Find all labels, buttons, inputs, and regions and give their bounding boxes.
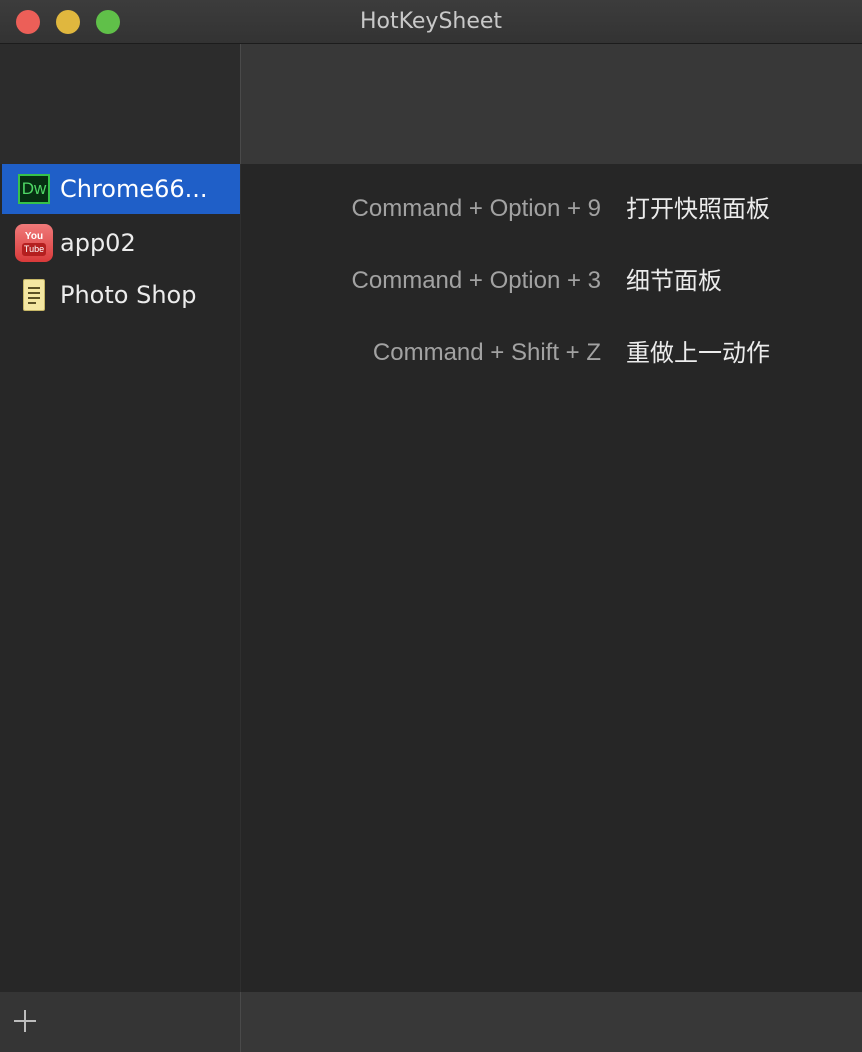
sidebar-item-label: Photo Shop <box>60 281 197 309</box>
hotkey-row: Command + Option + 3 细节面板 <box>241 260 862 300</box>
sidebar-header-area <box>0 44 240 164</box>
note-icon <box>14 275 54 315</box>
note-icon-page <box>23 279 45 311</box>
add-app-button[interactable] <box>10 1006 40 1036</box>
sidebar-item-chrome66[interactable]: Dw Chrome66... <box>2 164 240 214</box>
hotkey-row: Command + Option + 9 打开快照面板 <box>241 188 862 228</box>
hotkey-description: 细节面板 <box>626 267 722 295</box>
youtube-icon-text-top: You <box>24 230 44 242</box>
sidebar-item-app02[interactable]: You Tube app02 <box>2 218 240 268</box>
sidebar-item-label: Chrome66... <box>60 175 208 203</box>
app-list-sidebar: Dw Chrome66... You Tube app02 Photo Shop <box>0 164 240 992</box>
hotkey-list: Command + Option + 9 打开快照面板 Command + Op… <box>241 164 862 992</box>
hotkey-description: 打开快照面板 <box>626 195 770 223</box>
hotkey-keys: Command + Option + 9 <box>351 195 601 222</box>
content-footer <box>241 992 862 1052</box>
sidebar-item-label: app02 <box>60 229 136 257</box>
youtube-icon-text-bottom: Tube <box>21 242 47 256</box>
youtube-icon-badge: You Tube <box>15 224 53 262</box>
content-header-area <box>241 44 862 164</box>
youtube-icon: You Tube <box>14 223 54 263</box>
hotkey-keys: Command + Option + 3 <box>351 267 601 294</box>
hotkey-keys: Command + Shift + Z <box>372 339 601 366</box>
title-bar[interactable]: HotKeySheet <box>0 0 862 44</box>
sidebar-footer <box>0 992 240 1052</box>
hotkey-description: 重做上一动作 <box>626 339 770 367</box>
app-window: HotKeySheet Dw Chrome66... You Tube app0… <box>0 0 862 1052</box>
window-title: HotKeySheet <box>359 9 503 34</box>
dreamweaver-icon-badge: Dw <box>18 174 50 204</box>
hotkey-row: Command + Shift + Z 重做上一动作 <box>241 332 862 372</box>
dreamweaver-icon: Dw <box>14 169 54 209</box>
sidebar-item-photo-shop[interactable]: Photo Shop <box>2 270 240 320</box>
header-divider <box>240 44 241 164</box>
